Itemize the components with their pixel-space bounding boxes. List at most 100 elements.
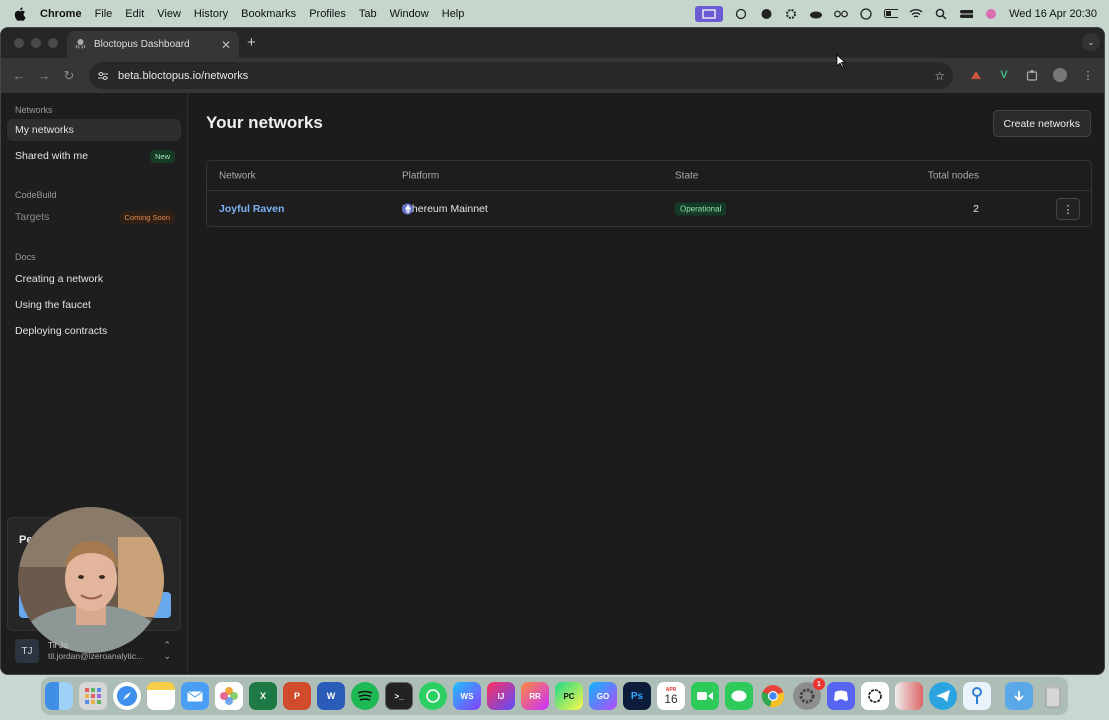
menu-tab[interactable]: Tab	[359, 8, 377, 20]
platform-name: Ethereum Mainnet	[402, 203, 488, 215]
sidebar-item-label: Deploying contracts	[15, 325, 108, 337]
forward-arrow-icon[interactable]: →	[37, 68, 51, 83]
menu-profiles[interactable]: Profiles	[309, 8, 346, 20]
photos-icon[interactable]	[215, 682, 243, 710]
word-icon[interactable]: W	[317, 682, 345, 710]
window-controls	[14, 38, 58, 48]
address-bar[interactable]: beta.bloctopus.io/networks ☆	[89, 62, 953, 89]
chatgpt-icon[interactable]	[861, 682, 889, 710]
goland-icon[interactable]: GO	[589, 682, 617, 710]
downloads-icon[interactable]	[1005, 682, 1033, 710]
system-settings-icon[interactable]: 1	[793, 678, 825, 710]
excel-icon[interactable]: X	[249, 682, 277, 710]
column-header-platform: Platform	[402, 170, 440, 181]
user-name: Til Jo	[48, 640, 68, 650]
discord-icon[interactable]	[827, 682, 855, 710]
create-networks-button[interactable]: Create networks	[992, 110, 1091, 137]
facetime-icon[interactable]	[691, 682, 719, 710]
tab-title: Bloctopus Dashboard	[94, 39, 190, 50]
user-account-switcher[interactable]: TJ Til Jo til.jordan@lzeroanalytic... ⌃ ⌄	[7, 634, 181, 668]
row-actions-kebab-icon[interactable]: ⋮	[1056, 198, 1080, 220]
bookmark-star-icon[interactable]: ☆	[934, 69, 945, 83]
menu-history[interactable]: History	[194, 8, 228, 20]
profile-avatar-icon[interactable]	[1052, 67, 1068, 83]
menu-view[interactable]: View	[157, 8, 181, 20]
mail-icon[interactable]	[181, 682, 209, 710]
site-info-icon[interactable]	[96, 69, 110, 83]
creative-cloud-icon[interactable]	[759, 8, 773, 20]
messages-icon[interactable]	[725, 682, 753, 710]
gear-menubar-icon[interactable]	[784, 8, 798, 20]
sidebar-item-label: Shared with me	[15, 150, 88, 162]
sidebar-item-targets[interactable]: Targets Coming Soon	[7, 206, 181, 228]
calendar-day: 16	[664, 692, 678, 706]
network-name-link[interactable]: Joyful Raven	[219, 203, 284, 215]
notes-icon[interactable]	[147, 682, 175, 710]
terminal-icon[interactable]: >_	[385, 682, 413, 710]
menu-help[interactable]: Help	[442, 8, 465, 20]
puzzle-extensions-icon[interactable]	[1024, 67, 1040, 83]
sidebar-item-my-networks[interactable]: My networks	[7, 119, 181, 141]
openai-menubar-icon[interactable]	[734, 8, 748, 20]
chrome-icon[interactable]	[759, 682, 787, 710]
battery-icon[interactable]	[884, 8, 899, 20]
chevron-up-down-icon[interactable]: ⌃ ⌄	[163, 640, 171, 662]
sidebar-item-using-the-faucet[interactable]: Using the faucet	[7, 294, 181, 316]
launchpad-icon[interactable]	[79, 682, 107, 710]
menu-app-name[interactable]: Chrome	[40, 8, 82, 20]
tab-bloctopus-dashboard[interactable]: Bloctopus Dashboard ✕	[67, 31, 239, 58]
pycharm-icon[interactable]: PC	[555, 682, 583, 710]
main-panel: Your networks Create networks Network Pl…	[188, 93, 1104, 674]
user-info: Til Jo til.jordan@lzeroanalytic...	[48, 640, 143, 662]
chrome-menu-kebab-icon[interactable]: ⋮	[1080, 67, 1096, 83]
menu-window[interactable]: Window	[390, 8, 429, 20]
trash-icon[interactable]	[1039, 682, 1067, 710]
pencil-app-icon[interactable]	[895, 682, 923, 710]
menu-file[interactable]: File	[95, 8, 113, 20]
webstorm-icon[interactable]: WS	[453, 682, 481, 710]
powerpoint-icon[interactable]: P	[283, 682, 311, 710]
tab-search-chevron-icon[interactable]: ⌄	[1082, 33, 1100, 51]
menubar-clock[interactable]: Wed 16 Apr 20:30	[1009, 8, 1097, 20]
extension-red-icon[interactable]	[968, 67, 984, 83]
keychain-icon[interactable]	[963, 682, 991, 710]
zoom-window-button[interactable]	[48, 38, 58, 48]
sidebar-item-creating-a-network[interactable]: Creating a network	[7, 268, 181, 290]
finder-icon[interactable]	[45, 682, 73, 710]
spotify-icon[interactable]	[351, 682, 379, 710]
spotlight-search-icon[interactable]	[934, 8, 948, 20]
table-row[interactable]: Joyful Raven Ethereum Mainnet Operationa…	[207, 191, 1091, 227]
menu-edit[interactable]: Edit	[125, 8, 144, 20]
menu-bookmarks[interactable]: Bookmarks	[241, 8, 296, 20]
new-tab-button[interactable]: +	[247, 34, 256, 51]
safari-icon[interactable]	[113, 682, 141, 710]
calendar-icon[interactable]: APR 16	[657, 682, 685, 710]
sidebar-section-codebuild: CodeBuild	[15, 190, 57, 200]
photoshop-icon[interactable]: Ps	[623, 682, 651, 710]
glasses-icon[interactable]	[834, 8, 849, 20]
rustrover-icon[interactable]: RR	[521, 682, 549, 710]
vue-devtools-icon[interactable]: V	[996, 67, 1012, 83]
apple-logo-icon[interactable]	[13, 6, 27, 21]
intellij-icon[interactable]: IJ	[487, 682, 515, 710]
control-center-icon[interactable]	[959, 8, 974, 20]
octopus-favicon-icon	[75, 38, 86, 52]
networks-table: Network Platform State Total nodes Joyfu…	[206, 160, 1092, 227]
sidebar-item-label: Creating a network	[15, 273, 104, 285]
sidebar-item-shared-with-me[interactable]: Shared with me New	[7, 145, 181, 167]
screen-share-icon[interactable]	[695, 5, 724, 22]
minimize-window-button[interactable]	[31, 38, 41, 48]
siri-icon[interactable]	[984, 8, 998, 20]
reload-icon[interactable]: ↻	[62, 68, 76, 83]
telegram-icon[interactable]	[929, 682, 957, 710]
back-arrow-icon[interactable]: ←	[12, 68, 26, 83]
whatsapp-icon[interactable]	[419, 682, 447, 710]
wifi-icon[interactable]	[909, 8, 923, 20]
ethereum-icon	[402, 203, 413, 215]
total-nodes-value: 2	[973, 203, 979, 215]
vpn-icon[interactable]	[859, 7, 873, 20]
close-tab-icon[interactable]: ✕	[221, 38, 231, 52]
close-window-button[interactable]	[14, 38, 24, 48]
cloud-sync-icon[interactable]	[809, 8, 823, 20]
sidebar-item-deploying-contracts[interactable]: Deploying contracts	[7, 320, 181, 342]
